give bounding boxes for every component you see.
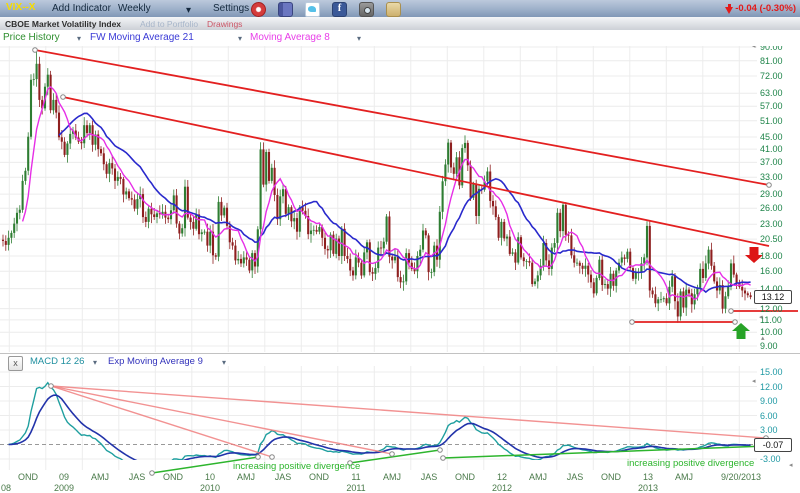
alarm-clock-icon[interactable] (251, 2, 266, 17)
add-to-portfolio-link[interactable]: Add to Portfolio (140, 19, 198, 29)
chart-canvas (0, 0, 800, 492)
divergence-note-left: increasing positive divergence (233, 461, 360, 472)
stamp-icon[interactable] (386, 2, 401, 17)
macd-label[interactable]: MACD 12 26 (30, 356, 84, 367)
menu-settings[interactable]: Settings (213, 3, 249, 14)
notebook-icon[interactable] (278, 2, 293, 17)
macd-header: x MACD 12 26 ▾ Exp Moving Average 9 ▾ (0, 355, 757, 370)
macd-ema-label[interactable]: Exp Moving Average 9 (108, 356, 203, 367)
quote-change: -0.04 (-0.30%) (725, 3, 796, 14)
menu-add-indicator[interactable]: Add Indicator (52, 3, 111, 14)
subheader: CBOE Market Volatility Index Add to Port… (0, 17, 800, 31)
ma21-caret-icon[interactable]: ▾ (238, 34, 242, 43)
quote-change-text: -0.04 (-0.30%) (735, 3, 796, 14)
macd-ema-caret-icon[interactable]: ▾ (222, 358, 226, 367)
macd-value-box: -0.07 (754, 438, 792, 452)
price-history-caret-icon[interactable]: ▾ (77, 34, 81, 43)
period-caret-icon[interactable]: ▾ (186, 5, 191, 16)
camera-icon[interactable] (359, 2, 374, 17)
macd-caret-icon[interactable]: ▾ (93, 358, 97, 367)
legend-ma21[interactable]: FW Moving Average 21 (90, 32, 194, 43)
ma8-caret-icon[interactable]: ▾ (357, 34, 361, 43)
down-arrow-icon (725, 7, 733, 14)
menu-period[interactable]: Weekly (118, 3, 151, 14)
symbol-label: VIX--X (6, 2, 35, 13)
last-price-box: 13.12 (754, 290, 792, 304)
legend-ma8[interactable]: Moving Average 8 (250, 32, 330, 43)
twitter-icon[interactable] (305, 2, 320, 17)
macd-close-button[interactable]: x (8, 356, 23, 371)
divergence-note-right: increasing positive divergence (627, 458, 754, 469)
instrument-title: CBOE Market Volatility Index (5, 19, 121, 29)
panel-separator[interactable] (0, 353, 800, 354)
legend-price-history[interactable]: Price History (3, 32, 60, 43)
drawings-link[interactable]: Drawings (207, 19, 242, 29)
toolbar: VIX--X Add Indicator Weekly ▾ Settings f… (0, 0, 800, 18)
series-legend: Price History ▾ FW Moving Average 21 ▾ M… (0, 30, 800, 46)
facebook-icon[interactable]: f (332, 2, 347, 17)
